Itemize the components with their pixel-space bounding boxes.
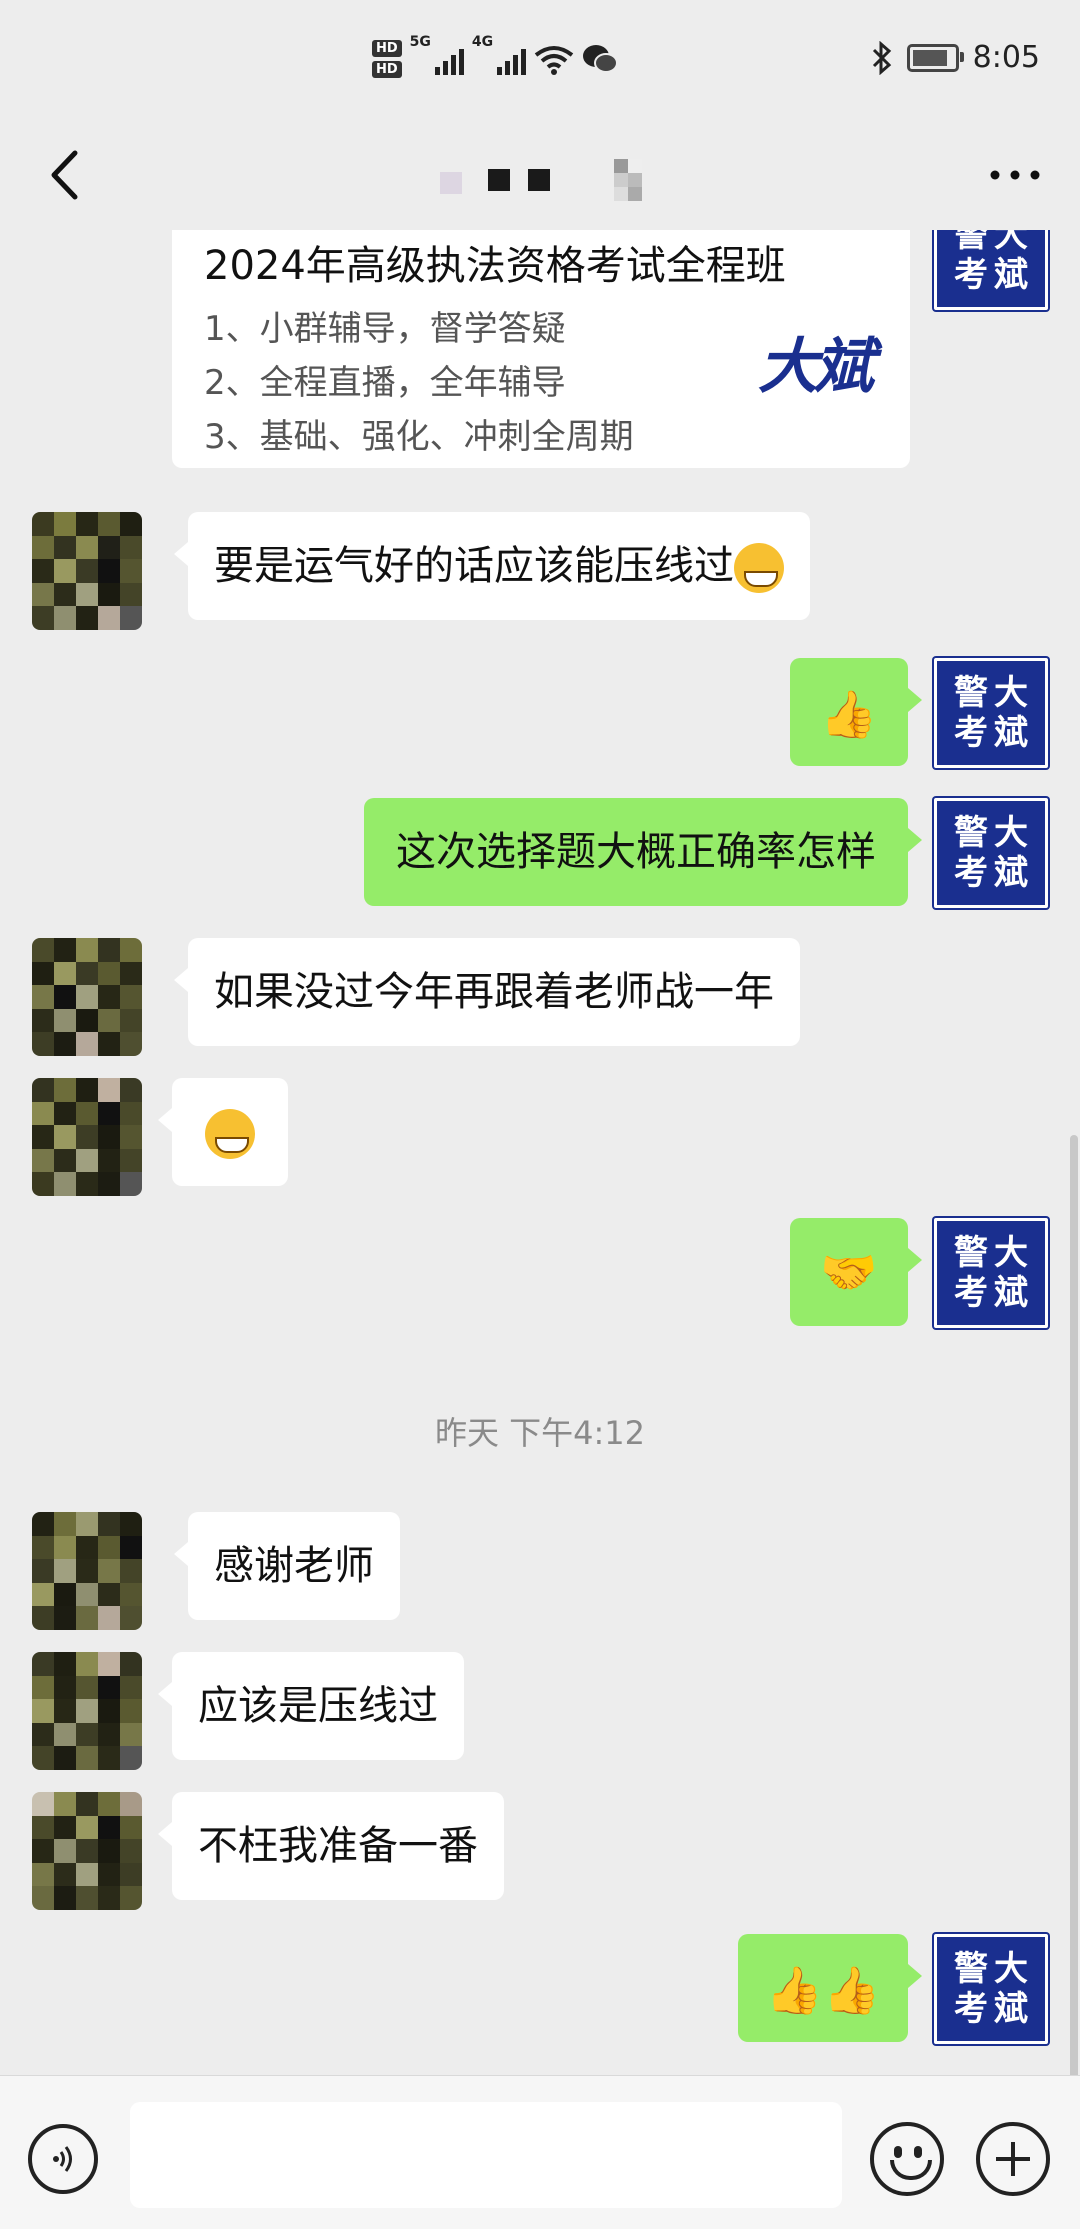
bluetooth-icon xyxy=(872,40,891,75)
avatar-contact[interactable] xyxy=(32,1652,142,1770)
avatar-contact[interactable] xyxy=(32,512,142,630)
message-bubble[interactable]: 🤝 xyxy=(790,1218,922,1326)
signal-icon-2 xyxy=(497,43,527,75)
network-5g-label: 5G xyxy=(409,34,431,50)
chevron-left-icon xyxy=(51,150,78,200)
back-button[interactable] xyxy=(34,140,94,210)
message-text: 如果没过今年再跟着老师战一年 xyxy=(214,969,774,1015)
message-text: 这次选择题大概正确率怎样 xyxy=(396,829,876,875)
thumbs-up-icon: 👍 xyxy=(820,687,878,741)
chat-header xyxy=(0,120,1080,230)
message-list[interactable]: 2024年高级执法资格考试全程班 1、小群辅导，督学答疑 2、全程直播，全年辅导… xyxy=(0,230,1080,2075)
message-text: 要是运气好的话应该能压线过 xyxy=(214,543,734,589)
handshake-icon: 🤝 xyxy=(820,1245,878,1299)
card-item: 3、基础、强化、冲刺全周期 xyxy=(204,417,634,457)
scrollbar[interactable] xyxy=(1070,1135,1078,2075)
more-button[interactable] xyxy=(980,150,1050,200)
thumbs-up-icon: 👍 xyxy=(823,1963,881,2017)
avatar-self[interactable]: 警大 考斌 xyxy=(934,230,1048,310)
message-bubble[interactable]: 不枉我准备一番 xyxy=(158,1792,504,1900)
emoji-button[interactable] xyxy=(870,2122,944,2196)
course-card[interactable]: 2024年高级执法资格考试全程班 1、小群辅导，督学答疑 2、全程直播，全年辅导… xyxy=(172,230,910,468)
message-input[interactable] xyxy=(130,2102,842,2208)
status-bar: HD HD 5G 4G 8:05 xyxy=(0,0,1080,120)
card-title: 2024年高级执法资格考试全程班 xyxy=(204,243,786,289)
network-4g-label: 4G xyxy=(471,34,494,50)
avatar-contact[interactable] xyxy=(32,1792,142,1910)
message-text: 感谢老师 xyxy=(214,1543,374,1589)
avatar-self[interactable]: 警大 考斌 xyxy=(934,1934,1048,2044)
status-time: 8:05 xyxy=(972,40,1040,75)
input-bar xyxy=(0,2075,1080,2229)
message-bubble[interactable]: 感谢老师 xyxy=(174,1512,400,1620)
hd-badge-1: HD xyxy=(372,40,402,57)
chat-title-redacted xyxy=(440,159,642,201)
wifi-icon xyxy=(534,46,574,75)
signal-icon xyxy=(434,43,464,75)
message-text: 不枉我准备一番 xyxy=(198,1823,478,1869)
message-bubble[interactable]: 要是运气好的话应该能压线过 xyxy=(174,512,810,620)
status-right: 8:05 xyxy=(871,40,1040,75)
avatar-self[interactable]: 警大 考斌 xyxy=(934,658,1048,768)
plus-button[interactable] xyxy=(976,2122,1050,2196)
emoji-icon xyxy=(890,2160,932,2180)
status-indicators: HD HD 5G 4G xyxy=(372,34,619,84)
time-divider: 昨天 下午4:12 xyxy=(434,1414,646,1452)
voice-button[interactable] xyxy=(28,2124,98,2194)
grinning-face-icon xyxy=(205,1109,255,1159)
avatar-contact[interactable] xyxy=(32,1078,142,1196)
avatar-self[interactable]: 警大 考斌 xyxy=(934,1218,1048,1328)
message-bubble[interactable]: 应该是压线过 xyxy=(158,1652,464,1760)
avatar-self[interactable]: 警大 考斌 xyxy=(934,798,1048,908)
thumbs-up-icon: 👍 xyxy=(765,1963,823,2017)
message-bubble[interactable] xyxy=(158,1078,288,1186)
more-dots-icon xyxy=(990,170,1040,180)
message-bubble[interactable]: 👍👍 xyxy=(738,1934,922,2042)
voice-icon xyxy=(53,2146,72,2172)
avatar-contact[interactable] xyxy=(32,938,142,1056)
hd-badge-2: HD xyxy=(372,61,402,78)
grinning-face-icon xyxy=(734,543,784,593)
wechat-icon xyxy=(583,45,619,73)
card-logo: 大斌 xyxy=(758,332,874,402)
battery-icon xyxy=(906,43,964,72)
avatar-contact[interactable] xyxy=(32,1512,142,1630)
message-bubble[interactable]: 这次选择题大概正确率怎样 xyxy=(364,798,922,906)
message-bubble[interactable]: 如果没过今年再跟着老师战一年 xyxy=(174,938,800,1046)
message-bubble[interactable]: 👍 xyxy=(790,658,922,766)
message-text: 应该是压线过 xyxy=(198,1683,438,1729)
